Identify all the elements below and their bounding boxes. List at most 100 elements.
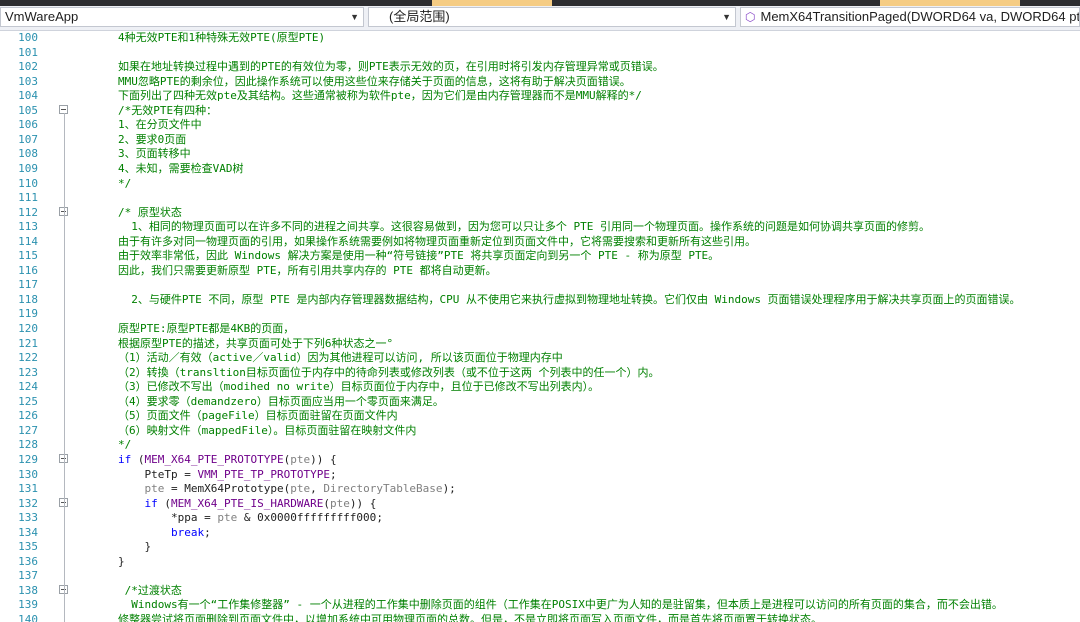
function-label: MemX64TransitionPaged(DWORD64 va, DWORD6…	[760, 9, 1080, 24]
code-text: pte = MemX64Prototype(pte, DirectoryTabl…	[144, 482, 456, 496]
line-number: 124	[18, 380, 38, 394]
code-line[interactable]: 114 由于有许多对同一物理页面的引用，如果操作系统需要例如将物理页面重新定位到页…	[0, 234, 1080, 249]
code-text: 根据原型PTE的描述，共享页面可处于下列6种状态之一°	[118, 336, 394, 350]
line-number: 110	[18, 176, 38, 190]
code-line[interactable]: 109 4、未知，需要检查VAD树	[0, 161, 1080, 176]
code-line[interactable]: 112 /* 原型状态	[0, 205, 1080, 220]
code-text: 4种无效PTE和1种特殊无效PTE(原型PTE)	[118, 31, 326, 44]
line-number: 132	[18, 496, 38, 510]
code-line[interactable]: 135 }	[0, 539, 1080, 554]
code-text: 2、要求0页面	[118, 132, 187, 146]
code-text: （6）映射文件（mappedFile）。目标页面驻留在映射文件内	[118, 423, 417, 437]
code-line[interactable]: 122 （1）活动／有效（active／valid）因为其他进程可以访问, 所以该…	[0, 350, 1080, 365]
line-number: 107	[18, 132, 38, 146]
line-number: 125	[18, 394, 38, 408]
code-line[interactable]: 139 Windows有一个“工作集修整器” - 一个从进程的工作集中删除页面的…	[0, 597, 1080, 612]
project-dropdown[interactable]: VmWareApp ▼	[0, 7, 364, 27]
line-number: 112	[18, 205, 38, 219]
code-line[interactable]: 121 根据原型PTE的描述，共享页面可处于下列6种状态之一°	[0, 336, 1080, 351]
code-text: }	[118, 554, 125, 568]
function-dropdown[interactable]: ⬡ MemX64TransitionPaged(DWORD64 va, DWORD…	[740, 7, 1080, 27]
code-line[interactable]: 140 修整器尝试将页面删除到页面文件中，以增加系统中可用物理页面的总数。但是，不…	[0, 612, 1080, 622]
line-number: 127	[18, 423, 38, 437]
line-number: 103	[18, 74, 38, 88]
code-line[interactable]: 103 MMU忽略PTE的剩余位，因此操作系统可以使用这些位来存储关于页面的信息，…	[0, 74, 1080, 89]
line-number: 137	[18, 569, 38, 583]
code-text: 3、页面转移中	[118, 147, 191, 161]
code-text: }	[118, 540, 152, 554]
code-line[interactable]: 118 2、与硬件PTE 不同，原型 PTE 是内部内存管理器数据结构，CPU …	[0, 292, 1080, 307]
code-text: /*过渡状态	[118, 583, 182, 597]
code-line[interactable]: 110 */	[0, 176, 1080, 191]
line-number: 130	[18, 467, 38, 481]
code-line[interactable]: 128 */	[0, 437, 1080, 452]
code-line[interactable]: 137	[0, 568, 1080, 583]
line-number: 101	[18, 45, 38, 59]
tab-highlight	[880, 0, 1020, 6]
code-text: 由于效率非常低，因此 Windows 解决方案是使用一种“符号链接”PTE 将共…	[118, 249, 720, 263]
line-number: 122	[18, 351, 38, 365]
scope-label: (全局范围)	[389, 9, 450, 24]
line-number: 135	[18, 540, 38, 554]
line-number: 106	[18, 118, 38, 132]
code-editor[interactable]: 100 4种无效PTE和1种特殊无效PTE(原型PTE) 101 102 如果在地址转换…	[0, 30, 1080, 622]
code-line[interactable]: 134 break;	[0, 525, 1080, 540]
code-line[interactable]: 136}	[0, 554, 1080, 569]
code-line[interactable]: 105 /*无效PTE有四种：	[0, 103, 1080, 118]
code-line[interactable]: 113 1、相同的物理页面可以在许多不同的进程之间共享。这很容易做到，因为您可以…	[0, 219, 1080, 234]
code-text: */	[118, 438, 132, 452]
code-text: */	[118, 176, 132, 190]
line-number: 108	[18, 147, 38, 161]
code-text: break;	[170, 525, 211, 539]
line-number: 100	[18, 31, 38, 44]
code-text: 如果在地址转换过程中遇到的PTE的有效位为零，则PTE表示无效的页，在引用时将引…	[118, 60, 664, 74]
code-line[interactable]: 116 因此，我们只需要更新原型 PTE，所有引用共享内存的 PTE 都将自动更新…	[0, 263, 1080, 278]
code-text: 修整器尝试将页面删除到页面文件中，以增加系统中可用物理页面的总数。但是，不是立即…	[118, 613, 822, 622]
code-line[interactable]: 138 /*过渡状态	[0, 583, 1080, 598]
code-line[interactable]: 125 （4）要求零（demandzero）目标页面应当用一个零页面来满足。	[0, 394, 1080, 409]
code-text: 2、与硬件PTE 不同，原型 PTE 是内部内存管理器数据结构，CPU 从不使用…	[118, 292, 1021, 306]
code-text: （2）转換（transltion目标页面位于内存中的待命列表或修改列表（或不位于…	[118, 365, 660, 379]
code-line[interactable]: 104 下面列出了四种无效pte及其结构。这些通常被称为软件pte，因为它们是由内…	[0, 88, 1080, 103]
scope-dropdown[interactable]: (全局范围) ▼	[368, 7, 736, 27]
code-line[interactable]: 129 if (MEM_X64_PTE_PROTOTYPE(pte)) {	[0, 452, 1080, 467]
code-text: if (MEM_X64_PTE_PROTOTYPE(pte)) {	[118, 452, 337, 466]
code-line[interactable]: 124 （3）已修改不写出（modihed no write）目标页面位于内存中，…	[0, 379, 1080, 394]
code-text: MMU忽略PTE的剩余位，因此操作系统可以使用这些位来存储关于页面的信息，这将有…	[118, 74, 631, 88]
code-line[interactable]: 111	[0, 190, 1080, 205]
code-line[interactable]: 127 （6）映射文件（mappedFile）。目标页面驻留在映射文件内	[0, 423, 1080, 438]
line-number: 114	[18, 234, 38, 248]
code-text: 4、未知，需要检查VAD树	[118, 161, 244, 175]
code-line[interactable]: 107 2、要求0页面	[0, 132, 1080, 147]
code-line[interactable]: 133 *ppa = pte & 0x0000fffffffff000;	[0, 510, 1080, 525]
line-number: 140	[18, 613, 38, 622]
code-line[interactable]: 101	[0, 45, 1080, 60]
code-line[interactable]: 120 原型PTE:原型PTE都是4KB的页面，	[0, 321, 1080, 336]
outline-guide	[64, 112, 65, 622]
line-number: 139	[18, 598, 38, 612]
code-line[interactable]: 130 PteTp = VMM_PTE_TP_PROTOTYPE;	[0, 467, 1080, 482]
line-number: 117	[18, 278, 38, 292]
line-number: 134	[18, 525, 38, 539]
code-line[interactable]: 100 4种无效PTE和1种特殊无效PTE(原型PTE)	[0, 30, 1080, 45]
code-line[interactable]: 132 if (MEM_X64_PTE_IS_HARDWARE(pte)) {	[0, 496, 1080, 511]
code-text: if (MEM_X64_PTE_IS_HARDWARE(pte)) {	[144, 496, 377, 510]
code-text: 因此，我们只需要更新原型 PTE，所有引用共享内存的 PTE 都将自动更新。	[118, 263, 497, 277]
line-number: 113	[18, 220, 38, 234]
code-line[interactable]: 117	[0, 277, 1080, 292]
code-line[interactable]: 108 3、页面转移中	[0, 146, 1080, 161]
active-tab-highlight	[432, 0, 552, 6]
line-number: 121	[18, 336, 38, 350]
code-line[interactable]: 102 如果在地址转换过程中遇到的PTE的有效位为零，则PTE表示无效的页，在引用…	[0, 59, 1080, 74]
line-number: 104	[18, 89, 38, 103]
code-text: Windows有一个“工作集修整器” - 一个从进程的工作集中删除页面的组件（工…	[118, 598, 1003, 612]
line-number: 138	[18, 583, 38, 597]
code-line[interactable]: 119	[0, 306, 1080, 321]
line-number: 119	[18, 307, 38, 321]
code-line[interactable]: 123 （2）转換（transltion目标页面位于内存中的待命列表或修改列表（或…	[0, 365, 1080, 380]
code-line[interactable]: 131 pte = MemX64Prototype(pte, Directory…	[0, 481, 1080, 496]
code-line[interactable]: 115 由于效率非常低，因此 Windows 解决方案是使用一种“符号链接”PTE…	[0, 248, 1080, 263]
code-line[interactable]: 106 1、在分页文件中	[0, 117, 1080, 132]
code-line[interactable]: 126 （5）页面文件（pageFile）目标页面驻留在页面文件内	[0, 408, 1080, 423]
code-text: 原型PTE:原型PTE都是4KB的页面，	[118, 322, 295, 335]
